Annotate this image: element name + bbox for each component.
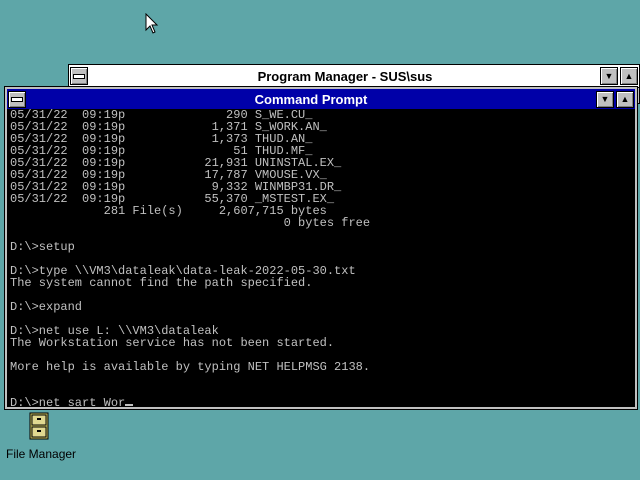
command-prompt-title-bar[interactable]: Command Prompt ▼ ▲ xyxy=(7,89,635,109)
arrow-cursor-icon xyxy=(145,13,159,34)
program-manager-title-bar[interactable]: Program Manager - SUS\sus ▼ ▲ xyxy=(69,65,639,88)
program-manager-system-menu-button[interactable] xyxy=(70,67,88,85)
console-input-line[interactable]: D:\>net sart Wor xyxy=(7,397,635,407)
console-line: D:\>expand xyxy=(10,300,83,314)
command-prompt-minimize-button[interactable]: ▼ xyxy=(596,90,614,108)
maximize-arrow-icon: ▲ xyxy=(620,94,630,104)
text-cursor xyxy=(125,404,134,406)
minimize-arrow-icon: ▼ xyxy=(604,71,614,81)
console-line: 0 bytes free xyxy=(10,216,371,230)
command-prompt-title: Command Prompt xyxy=(254,91,368,107)
program-manager-maximize-button[interactable]: ▲ xyxy=(620,67,638,85)
command-prompt-system-menu-button[interactable] xyxy=(8,90,26,108)
file-cabinet-icon xyxy=(29,412,49,440)
system-menu-icon xyxy=(11,96,23,102)
program-manager-minimize-button[interactable]: ▼ xyxy=(600,67,618,85)
console-line: The system cannot find the path specifie… xyxy=(10,276,313,290)
file-manager-label: File Manager xyxy=(6,447,77,461)
system-menu-icon xyxy=(73,73,85,79)
console-line: D:\>setup xyxy=(10,240,75,254)
console-line: More help is available by typing NET HEL… xyxy=(10,360,371,374)
current-command-input[interactable]: D:\>net sart Wor xyxy=(10,396,125,407)
minimize-arrow-icon: ▼ xyxy=(600,94,610,104)
command-prompt-window[interactable]: Command Prompt ▼ ▲ 05/31/22 09:19p 290 S… xyxy=(4,86,638,410)
maximize-arrow-icon: ▲ xyxy=(624,71,634,81)
file-manager-desktop-icon[interactable]: File Manager xyxy=(6,412,77,461)
program-manager-title: Program Manager - SUS\sus xyxy=(257,68,433,84)
console-line: The Workstation service has not been sta… xyxy=(10,336,335,350)
console-text: 05/31/22 09:19p 290 S_WE.CU_ 05/31/22 09… xyxy=(7,109,635,397)
command-prompt-maximize-button[interactable]: ▲ xyxy=(616,90,634,108)
console-output-area[interactable]: 05/31/22 09:19p 290 S_WE.CU_ 05/31/22 09… xyxy=(7,109,635,407)
